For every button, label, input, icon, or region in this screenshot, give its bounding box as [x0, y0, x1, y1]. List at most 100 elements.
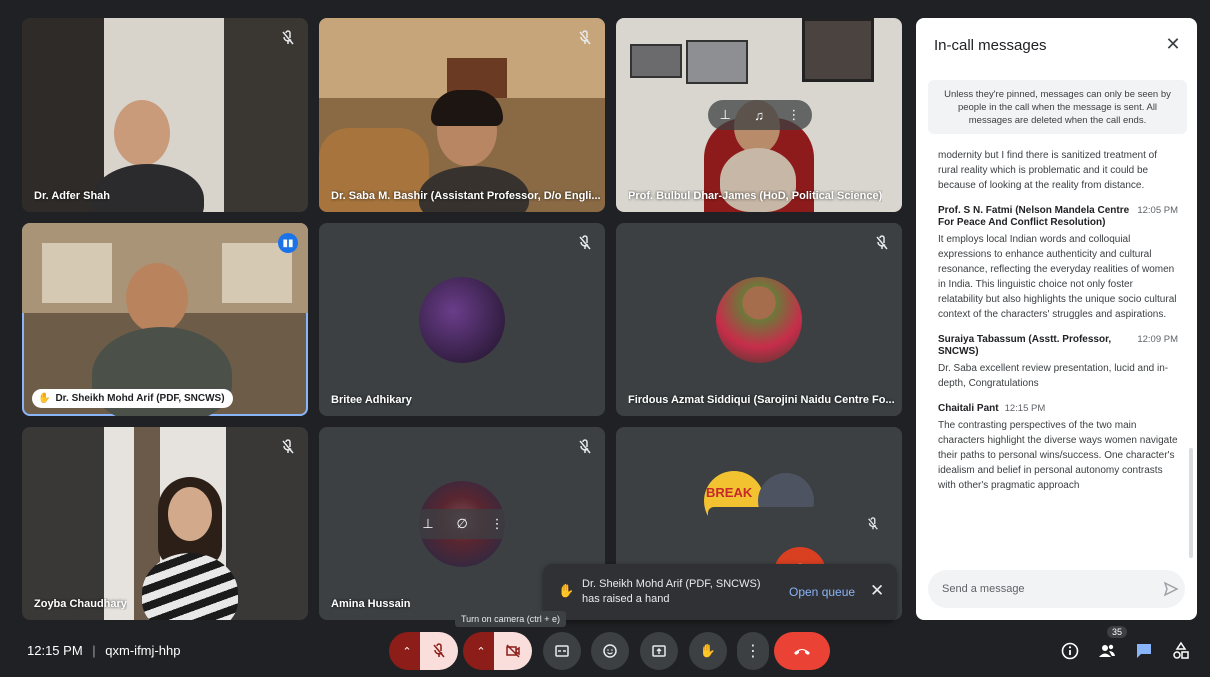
- participant-tile[interactable]: Firdous Azmat Siddiqui (Sarojini Naidu C…: [616, 223, 902, 416]
- participant-avatar: [716, 276, 802, 363]
- participant-name-pill: ✋ Dr. Sheikh Mohd Arif (PDF, SNCWS): [32, 389, 233, 408]
- more-options-icon[interactable]: ⋮: [491, 516, 504, 532]
- participant-head: [114, 100, 170, 166]
- meeting-info: 12:15 PM | qxm-ifmj-hhp: [27, 643, 180, 658]
- picture-frame: [686, 40, 748, 84]
- emoji-icon: [603, 644, 617, 658]
- message-input[interactable]: [928, 570, 1185, 608]
- participant-tile[interactable]: Zoyba Chaudhary: [22, 427, 308, 620]
- pin-icon[interactable]: ⊥: [720, 107, 731, 123]
- participant-name: Zoyba Chaudhary: [34, 598, 127, 610]
- present-button[interactable]: [640, 632, 678, 670]
- chat-icon[interactable]: [1134, 641, 1154, 661]
- message-text: modernity but I find there is sanitized …: [938, 150, 1157, 191]
- meeting-time: 12:15 PM: [27, 643, 83, 658]
- raised-hand-icon: ✋: [558, 583, 575, 598]
- message-item: Prof. S N. Fatmi (Nelson Mandela Centre …: [938, 205, 1178, 322]
- open-queue-link[interactable]: Open queue: [789, 585, 855, 599]
- send-icon[interactable]: [1163, 581, 1179, 597]
- participant-name: Britee Adhikary: [331, 394, 412, 406]
- participant-name: Dr. Adfer Shah: [34, 190, 110, 202]
- hand-icon: ✋: [699, 643, 717, 658]
- mic-off-icon: [579, 30, 591, 45]
- participant-avatar: [419, 276, 505, 363]
- panel-title: In-call messages: [934, 37, 1047, 54]
- toast-message: Dr. Sheikh Mohd Arif (PDF, SNCWS) has ra…: [582, 577, 761, 607]
- camera-toggle-button[interactable]: [494, 632, 532, 670]
- raise-hand-button[interactable]: ✋: [689, 632, 727, 670]
- window: [222, 243, 292, 303]
- speaking-indicator-icon: ▮▮: [278, 233, 298, 253]
- message-sender: Prof. S N. Fatmi (Nelson Mandela Centre …: [938, 205, 1130, 228]
- tile-hover-controls: ⊥ ♫ ⋮: [708, 100, 812, 130]
- captions-button[interactable]: [543, 632, 581, 670]
- participant-count-badge: 35: [1107, 626, 1128, 638]
- mute-icon[interactable]: ♫: [754, 108, 764, 123]
- separator: |: [92, 643, 96, 658]
- raised-hand-toast: ✋ Dr. Sheikh Mohd Arif (PDF, SNCWS) has …: [544, 564, 896, 620]
- participant-tile[interactable]: Britee Adhikary: [319, 223, 605, 416]
- participant-tile[interactable]: Dr. Saba M. Bashir (Assistant Professor,…: [319, 18, 605, 212]
- message-item: modernity but I find there is sanitized …: [938, 148, 1178, 193]
- chevron-up-icon: ⌃: [476, 645, 486, 658]
- raised-hand-icon: ✋: [38, 393, 51, 404]
- message-item: Suraiya Tabassum (Asstt. Professor, SNCW…: [938, 334, 1178, 391]
- people-icon[interactable]: [1097, 641, 1117, 661]
- participant-body: [419, 166, 529, 212]
- end-call-icon: [794, 649, 810, 655]
- close-icon[interactable]: ✕: [870, 581, 884, 601]
- leave-call-button[interactable]: [774, 632, 830, 670]
- participant-name: Amina Hussain: [331, 598, 411, 610]
- activities-icon[interactable]: [1171, 641, 1191, 661]
- picture-frame: [630, 44, 682, 78]
- participant-tile[interactable]: Dr. Adfer Shah: [22, 18, 308, 212]
- picture-frame: [802, 18, 874, 82]
- more-vert-icon: ⋮: [745, 643, 761, 660]
- message-time: 12:05 PM: [1137, 205, 1178, 216]
- mic-toggle-button[interactable]: [420, 632, 458, 670]
- chevron-up-icon: ⌃: [402, 645, 412, 658]
- present-screen-icon: [652, 645, 666, 657]
- more-options-icon[interactable]: ⋮: [787, 107, 800, 123]
- tile-hover-controls: ⊥ ∅ ⋮: [411, 509, 515, 539]
- participant-name: Dr. Saba M. Bashir (Assistant Professor,…: [331, 190, 601, 202]
- message-list[interactable]: modernity but I find there is sanitized …: [938, 148, 1178, 572]
- participant-name: Firdous Azmat Siddiqui (Sarojini Naidu C…: [628, 394, 895, 406]
- camera-off-icon: [506, 644, 520, 658]
- video-frame: [22, 18, 104, 212]
- participant-name: Prof. Bulbul Dhar-James (HoD, Political …: [628, 190, 883, 202]
- participant-name: Dr. Sheikh Mohd Arif (PDF, SNCWS): [55, 393, 225, 404]
- message-time: 12:15 PM: [1004, 403, 1046, 414]
- mic-off-icon: [876, 235, 888, 250]
- participant-head: [126, 263, 188, 333]
- meeting-code: qxm-ifmj-hhp: [105, 643, 181, 658]
- info-icon[interactable]: [1060, 641, 1080, 661]
- messages-notice: Unless they're pinned, messages can only…: [928, 80, 1187, 134]
- mic-off-icon: [433, 643, 445, 658]
- message-text: It employs local Indian words and colloq…: [938, 234, 1177, 320]
- toast-line-2: has raised a hand: [582, 593, 670, 605]
- participant-body: [720, 148, 796, 212]
- mic-off-icon: [868, 517, 878, 530]
- pin-icon[interactable]: ⊥: [422, 516, 433, 532]
- more-options-button[interactable]: ⋮: [737, 632, 769, 670]
- logo-text: BREAK: [706, 485, 753, 500]
- in-call-messages-panel: In-call messages ✕ Unless they're pinned…: [916, 18, 1197, 620]
- scrollbar[interactable]: [1189, 448, 1193, 558]
- mic-off-icon: [282, 30, 294, 45]
- message-item: Chaitali Pant 12:15 PM The contrasting p…: [938, 403, 1178, 493]
- toast-line-1: Dr. Sheikh Mohd Arif (PDF, SNCWS): [582, 578, 761, 590]
- close-icon[interactable]: ✕: [1163, 34, 1183, 54]
- message-text: The contrasting perspectives of the two …: [938, 420, 1178, 491]
- mic-off-icon: [579, 235, 591, 250]
- participant-tile[interactable]: ⊥ ♫ ⋮ Prof. Bulbul Dhar-James (HoD, Poli…: [616, 18, 902, 212]
- emoji-button[interactable]: [591, 632, 629, 670]
- mic-off-icon[interactable]: ∅: [457, 516, 468, 532]
- message-time: 12:09 PM: [1137, 334, 1178, 345]
- message-sender: Chaitali Pant: [938, 403, 999, 414]
- participant-head: [168, 487, 212, 541]
- camera-tooltip: Turn on camera (ctrl + e): [455, 611, 566, 627]
- message-text: Dr. Saba excellent review presentation, …: [938, 363, 1169, 389]
- participant-tile-active[interactable]: ▮▮ ✋ Dr. Sheikh Mohd Arif (PDF, SNCWS): [22, 223, 308, 416]
- mic-off-icon: [579, 439, 591, 454]
